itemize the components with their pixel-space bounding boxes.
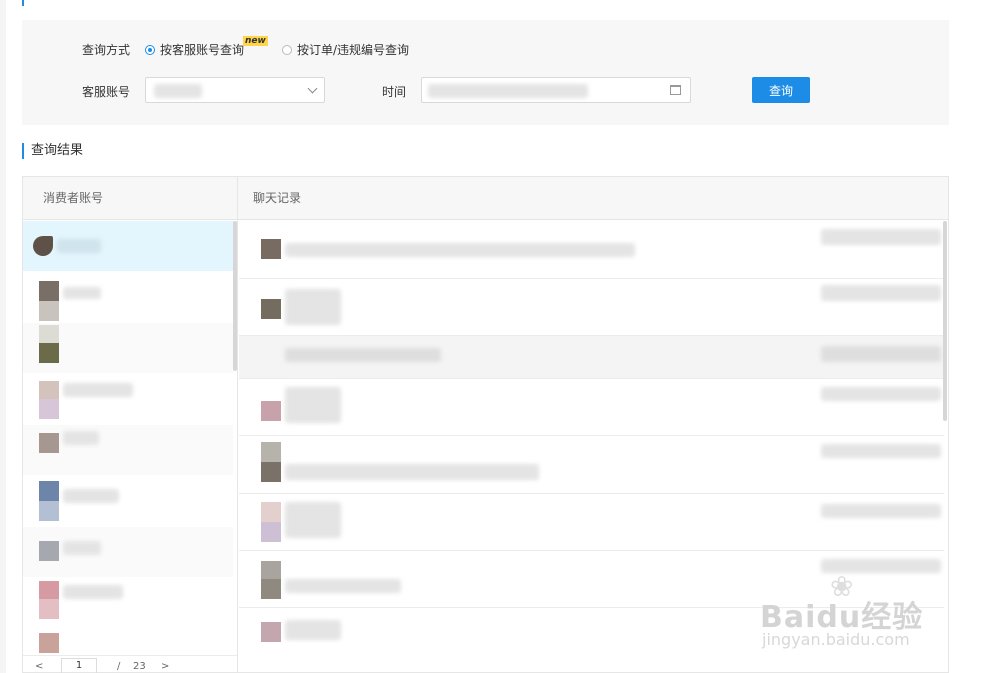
chat-row-2[interactable] [239,279,944,336]
redacted-timestamp [821,444,941,458]
redacted-message [285,502,341,538]
chevron-down-icon [307,83,318,94]
avatar [33,236,53,256]
avatar [261,299,281,319]
redacted-timestamp [821,229,941,245]
chat-row-6[interactable] [239,494,944,551]
avatar [261,502,281,522]
chat-row-5[interactable] [239,436,944,494]
avatar [261,442,281,462]
redacted-message [285,289,341,325]
pagination: < 1 / 23 > [23,655,237,673]
redacted-name [63,287,101,299]
avatar [261,401,281,421]
avatar [39,343,59,363]
chat-row-1[interactable] [239,221,944,279]
next-page-button[interactable]: > [161,661,169,672]
avatar [39,281,59,301]
column-divider [237,177,238,673]
redacted-name [57,239,101,253]
watermark-sub: jingyan.baidu.com [762,630,910,649]
radio-by-account[interactable]: 按客服账号查询 [145,41,244,58]
query-method-label: 查询方式 [82,43,131,57]
avatar [39,325,59,345]
avatar [39,481,59,501]
redacted-name [63,585,123,599]
redacted-message [285,620,341,640]
consumer-row-5[interactable] [23,425,233,475]
consumer-row-9[interactable] [23,625,233,655]
prev-page-button[interactable]: < [35,661,43,672]
avatar [39,599,59,619]
avatar [39,501,59,521]
consumer-row-3[interactable] [23,323,233,373]
consumer-row-2[interactable] [23,273,233,323]
chat-row-3[interactable] [239,336,944,379]
redacted-message [285,387,341,423]
avatar [39,633,59,653]
redacted-timestamp [821,504,941,518]
redacted-name [63,489,119,503]
redacted-message [285,243,635,257]
account-label: 客服账号 [82,85,131,99]
radio-by-account-label: 按客服账号查询 [160,43,245,57]
consumer-scrollbar[interactable] [233,221,237,371]
redacted-name [63,431,99,445]
redacted-message [285,348,441,362]
redacted-timestamp [821,387,941,401]
page-total: 23 [133,661,146,672]
time-label: 时间 [382,85,407,99]
avatar [39,399,59,419]
header-chat: 聊天记录 [238,177,948,220]
redacted-message [285,464,539,480]
avatar [39,381,59,401]
radio-by-order[interactable]: 按订单/违规编号查询 [282,41,409,58]
header-consumer: 消费者账号 [23,177,237,220]
avatar [261,622,281,642]
account-select[interactable] [145,77,325,103]
calendar-icon [670,85,681,95]
avatar [261,462,281,482]
avatar [39,541,59,561]
redacted-message [285,579,401,593]
redacted-timestamp [821,346,941,362]
avatar [261,239,281,259]
results-title: 查询结果 [22,143,83,159]
consumer-row-1[interactable] [23,221,233,271]
avatar [261,561,281,581]
new-badge: new [243,36,268,46]
radio-by-order-label: 按订单/违规编号查询 [297,43,410,57]
redacted-name [63,541,101,555]
consumer-row-8[interactable] [23,577,233,627]
redacted-account [154,84,202,98]
redacted-name [63,383,133,397]
avatar [261,522,281,542]
radio-icon [282,44,292,55]
query-button[interactable]: 查询 [752,77,810,103]
radio-icon [145,44,155,55]
query-panel: 查询方式 按客服账号查询 new 按订单/违规编号查询 客服账号 时间 [22,20,949,125]
avatar [261,579,281,599]
section-marker [22,0,24,6]
consumer-row-4[interactable] [23,375,233,425]
consumer-row-7[interactable] [23,527,233,577]
chat-scrollbar[interactable] [943,221,947,421]
avatar [39,301,59,321]
avatar [39,581,59,601]
redacted-time [428,84,588,98]
page-separator: / [117,661,121,672]
redacted-timestamp [821,285,941,301]
time-range-input[interactable] [421,77,691,103]
consumer-row-6[interactable] [23,477,233,527]
left-rail [0,0,6,673]
chat-row-4[interactable] [239,379,944,436]
page-number-input[interactable]: 1 [61,658,97,673]
watermark: ❀ Baidu经验 jingyan.baidu.com [760,570,985,660]
avatar [39,433,59,453]
